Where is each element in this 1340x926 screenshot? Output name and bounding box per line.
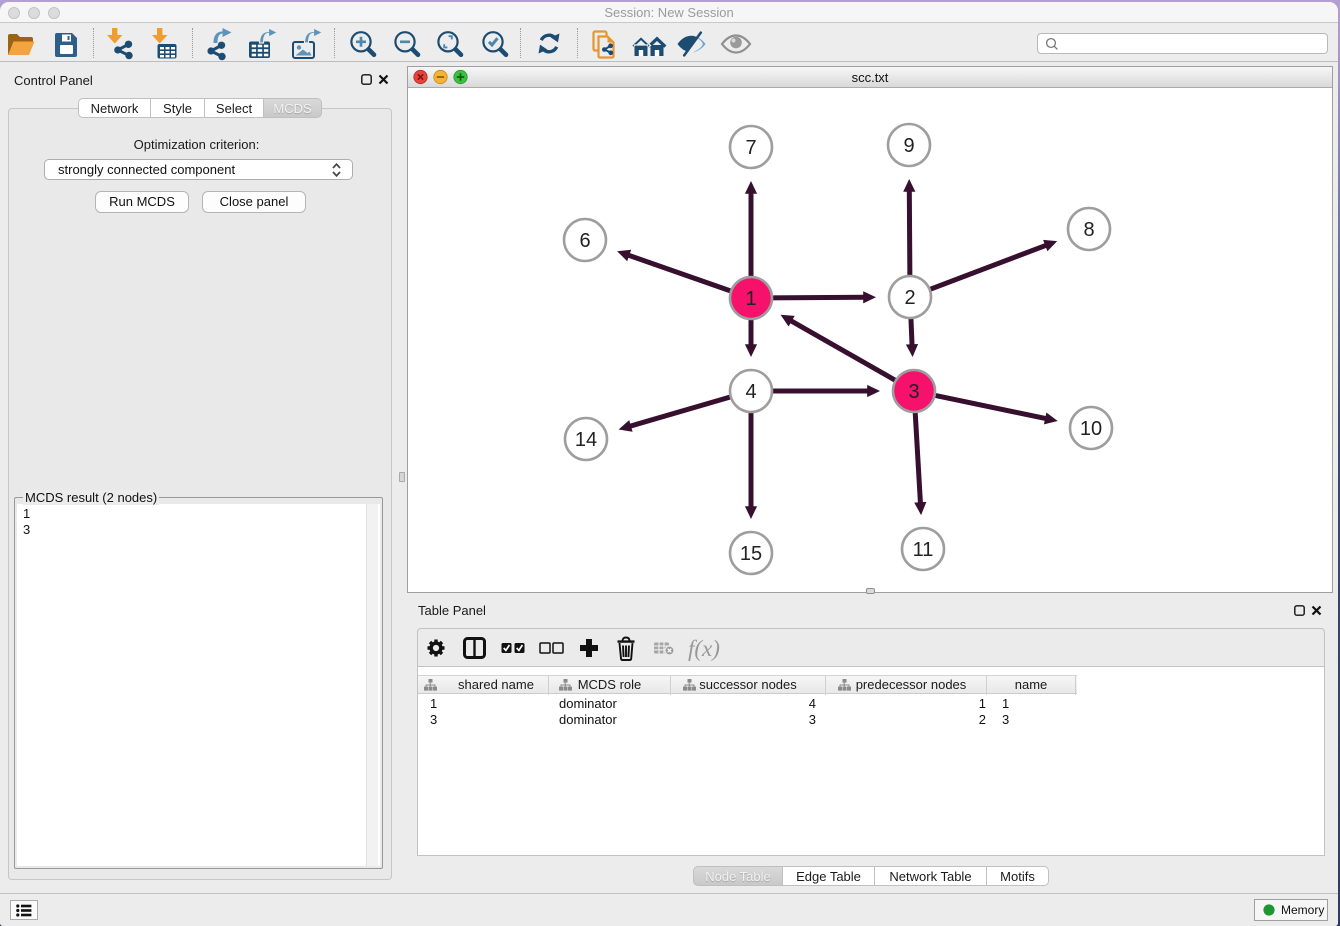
svg-text:11: 11 xyxy=(913,539,934,561)
svg-text:14: 14 xyxy=(575,429,597,451)
svg-text:3: 3 xyxy=(908,381,919,403)
svg-text:4: 4 xyxy=(745,381,756,403)
svg-text:7: 7 xyxy=(745,137,756,159)
svg-text:1: 1 xyxy=(745,288,756,310)
svg-text:15: 15 xyxy=(740,543,762,565)
svg-text:9: 9 xyxy=(903,135,914,157)
svg-text:2: 2 xyxy=(904,287,915,309)
svg-text:f(x): f(x) xyxy=(688,636,720,661)
svg-text:6: 6 xyxy=(579,230,590,252)
svg-text:8: 8 xyxy=(1083,219,1094,241)
svg-text:10: 10 xyxy=(1080,418,1102,440)
